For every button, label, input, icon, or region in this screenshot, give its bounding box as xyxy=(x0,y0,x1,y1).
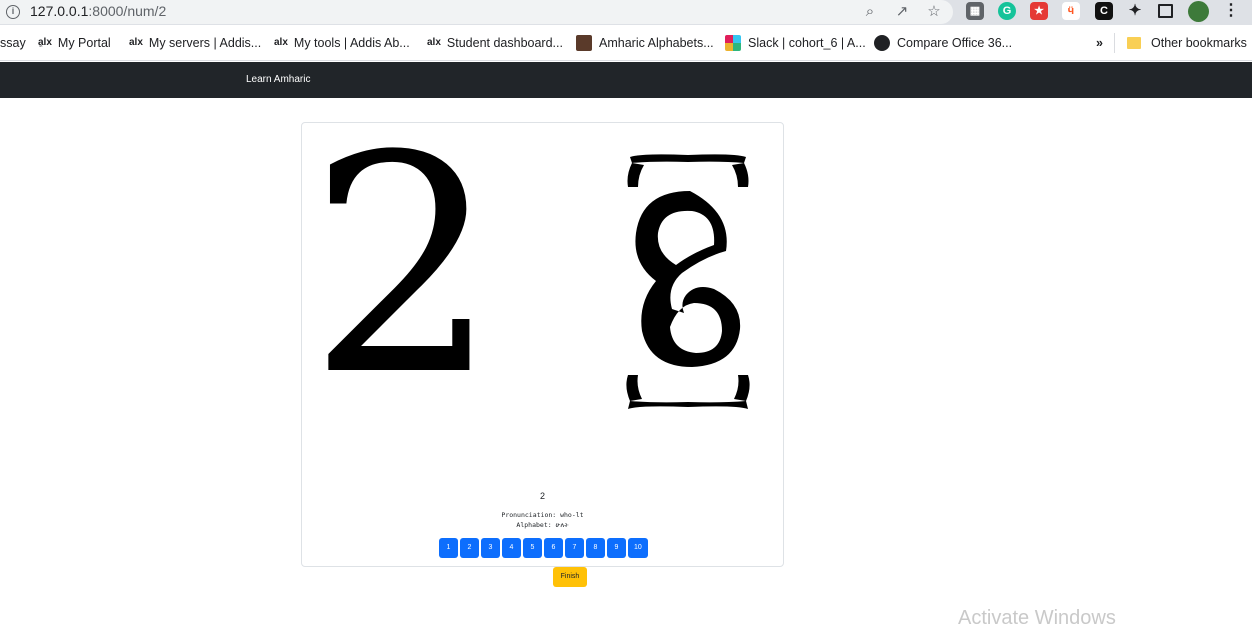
site-icon xyxy=(576,35,592,51)
bookmark-star-icon[interactable]: ☆ xyxy=(924,2,944,22)
bookmark-slack[interactable]: Slack | cohort_6 | A... xyxy=(725,35,866,51)
page-button-6[interactable]: 6 xyxy=(544,538,563,558)
sidepanel-icon[interactable] xyxy=(1158,4,1173,18)
bookmarks-divider xyxy=(1114,33,1115,53)
page-button-2[interactable]: 2 xyxy=(460,538,479,558)
folder-icon xyxy=(1127,36,1141,49)
page-button-9[interactable]: 9 xyxy=(607,538,626,558)
slack-icon xyxy=(725,35,741,51)
numeral-image: 2 xyxy=(308,92,499,441)
bookmarks-overflow-button[interactable]: » xyxy=(1096,35,1103,51)
bookmark-compare-office[interactable]: Compare Office 36... xyxy=(874,35,1012,51)
numeral-card: 2 ፪ 2 Pronunciation: who-lt Alphabet: ሁለ… xyxy=(301,117,784,567)
page-button-8[interactable]: 8 xyxy=(586,538,605,558)
page-button-3[interactable]: 3 xyxy=(481,538,500,558)
page-button-10[interactable]: 10 xyxy=(628,538,648,558)
navbar-brand[interactable]: Learn Amharic xyxy=(246,74,310,85)
url-text[interactable]: 127.0.0.1:8000/num/2 xyxy=(30,3,166,19)
page-button-7[interactable]: 7 xyxy=(565,538,584,558)
share-icon[interactable]: ↗ xyxy=(892,2,912,22)
pronunciation-text: Pronunciation: who-lt xyxy=(501,511,584,519)
alx-icon: alx xyxy=(274,37,288,48)
address-bar[interactable]: i 127.0.0.1:8000/num/2 ⌕ ↗ ☆ xyxy=(0,0,953,24)
app-navbar: Learn Amharic xyxy=(0,62,1252,98)
bookmark-amharic-alphabets[interactable]: Amharic Alphabets... xyxy=(576,35,714,51)
page-button-4[interactable]: 4 xyxy=(502,538,521,558)
extension-orange-icon[interactable]: ӵ xyxy=(1062,2,1080,20)
zoom-icon[interactable]: ⌕ xyxy=(860,2,880,22)
alphabet-text: Alphabet: ሁለት xyxy=(516,521,569,529)
info-icon[interactable]: i xyxy=(6,5,20,19)
menu-icon[interactable]: ⋮ xyxy=(1222,2,1240,20)
bookmark-essay[interactable]: ssay xyxy=(0,35,26,51)
extension-icon[interactable]: ▦ xyxy=(966,2,984,20)
other-bookmarks[interactable]: Other bookmarks xyxy=(1127,35,1247,51)
bookmark-my-servers[interactable]: alx My servers | Addis... xyxy=(129,35,261,51)
card-title: 2 xyxy=(539,491,545,501)
profile-avatar[interactable] xyxy=(1188,1,1209,22)
geez-numeral-image: ፪ xyxy=(626,154,750,409)
alx-icon: a̼lx xyxy=(38,37,52,48)
extension-red-icon[interactable]: ★ xyxy=(1030,2,1048,20)
extension-dark-icon[interactable]: C xyxy=(1095,2,1113,20)
globe-icon xyxy=(874,35,890,51)
bookmark-student-dashboard[interactable]: alx Student dashboard... xyxy=(427,35,563,51)
page-button-1[interactable]: 1 xyxy=(439,538,458,558)
bookmark-my-tools[interactable]: alx My tools | Addis Ab... xyxy=(274,35,410,51)
finish-button[interactable]: Finish xyxy=(553,567,587,587)
bookmarks-bar: ssay a̼lx My Portal alx My servers | Addis… xyxy=(0,25,1252,61)
page-button-5[interactable]: 5 xyxy=(523,538,542,558)
number-pagination: 1 2 3 4 5 6 7 8 9 10 xyxy=(439,538,648,558)
bookmark-my-portal[interactable]: a̼lx My Portal xyxy=(38,35,111,51)
alx-icon: alx xyxy=(129,37,143,48)
activate-windows-watermark: Activate Windows xyxy=(958,607,1116,629)
grammarly-icon[interactable]: G xyxy=(998,2,1016,20)
browser-toolbar: i 127.0.0.1:8000/num/2 ⌕ ↗ ☆ ▦ G ★ ӵ C ✦… xyxy=(0,0,1252,25)
puzzle-icon[interactable]: ✦ xyxy=(1126,2,1144,20)
alx-icon: alx xyxy=(427,37,441,48)
